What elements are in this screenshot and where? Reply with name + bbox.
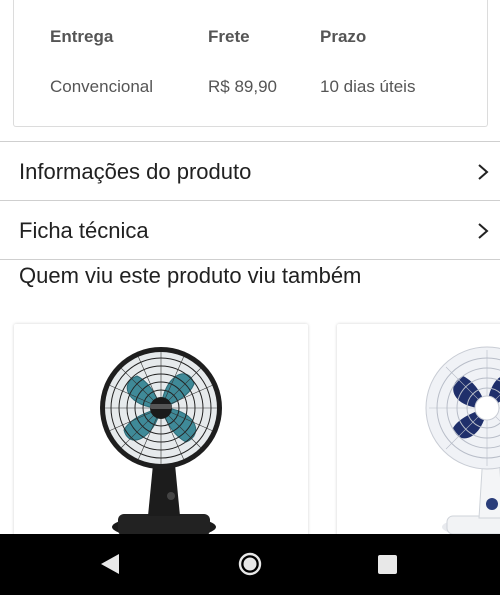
product-info-label: Informações do produto: [19, 159, 252, 184]
product-card[interactable]: [337, 324, 500, 554]
product-image-black-fan: [100, 347, 222, 538]
home-circle-icon[interactable]: [220, 534, 280, 595]
shipping-table: Entrega Frete Prazo Convencional R$ 89,9…: [13, 0, 488, 127]
delivery-type: Convencional: [50, 77, 154, 96]
system-nav-bar: [0, 534, 500, 595]
product-image-white-fan: [425, 346, 500, 537]
technical-sheet-label: Ficha técnica: [19, 218, 149, 243]
back-triangle-icon[interactable]: [81, 534, 141, 595]
delivery-deadline: 10 dias úteis: [320, 77, 416, 96]
header-delivery: Entrega: [50, 27, 114, 46]
product-card[interactable]: [14, 324, 308, 554]
section-divider: [0, 259, 500, 260]
chevron-right-icon: [478, 164, 489, 180]
header-freight: Frete: [208, 27, 250, 46]
technical-sheet-row[interactable]: Ficha técnica: [0, 200, 500, 259]
freight-price: R$ 89,90: [208, 77, 277, 96]
related-products-title: Quem viu este produto viu também: [19, 263, 362, 288]
header-deadline: Prazo: [320, 27, 367, 46]
chevron-right-icon: [478, 223, 489, 239]
product-info-row[interactable]: Informações do produto: [0, 141, 500, 200]
recents-square-icon[interactable]: [358, 534, 418, 595]
